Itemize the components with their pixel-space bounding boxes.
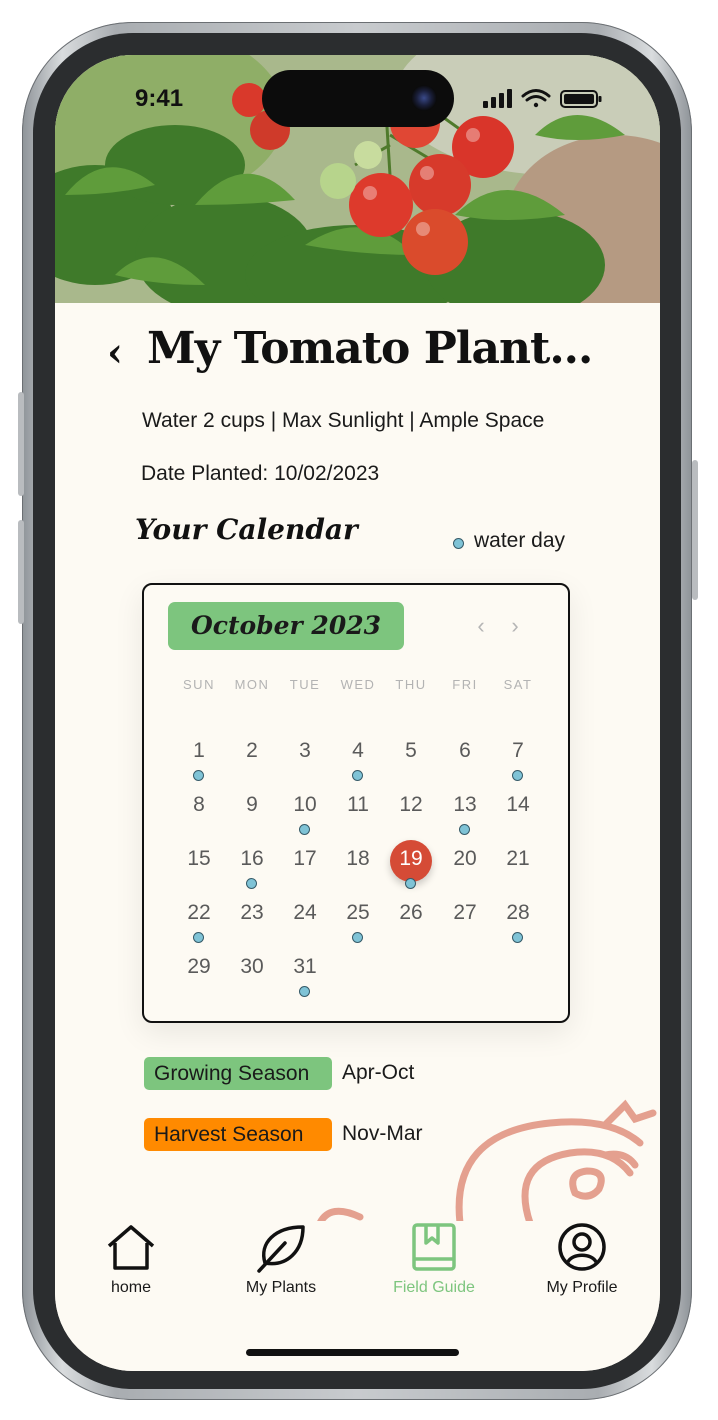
calendar-day-selected[interactable]: 19: [384, 847, 438, 871]
calendar-day[interactable]: 15: [172, 847, 226, 871]
calendar-day[interactable]: 4: [331, 739, 385, 763]
water-day-marker-icon: [512, 770, 523, 781]
water-day-legend-label: water day: [474, 529, 566, 552]
weekday-header: SUN: [183, 677, 215, 692]
weekday-header: TUE: [289, 677, 321, 692]
battery-icon: [560, 90, 602, 108]
page-title: My Tomato Plant...: [147, 323, 593, 374]
water-day-legend-icon: [453, 538, 464, 549]
tab-my-profile-label: My Profile: [546, 1279, 618, 1296]
calendar-day[interactable]: 9: [225, 793, 279, 817]
tab-home-label: home: [110, 1279, 152, 1296]
calendar-day[interactable]: 5: [384, 739, 438, 763]
calendar-day[interactable]: 3: [278, 739, 332, 763]
book-icon: [412, 1223, 456, 1271]
weekday-header: FRI: [452, 677, 478, 692]
volume-up-button: [18, 392, 24, 496]
calendar-day[interactable]: 10: [278, 793, 332, 817]
calendar-day[interactable]: 16: [225, 847, 279, 871]
water-day-marker-icon: [352, 932, 363, 943]
water-day-marker-icon: [405, 878, 416, 889]
calendar-day[interactable]: 20: [438, 847, 492, 871]
calendar-day[interactable]: 8: [172, 793, 226, 817]
volume-down-button: [18, 520, 24, 624]
water-day-marker-icon: [299, 986, 310, 997]
leaf-icon: [257, 1225, 305, 1273]
calendar-day[interactable]: 30: [225, 955, 279, 979]
calendar-day[interactable]: 14: [491, 793, 545, 817]
water-day-marker-icon: [299, 824, 310, 835]
calendar-day[interactable]: 12: [384, 793, 438, 817]
tab-my-profile[interactable]: My Profile: [522, 1221, 642, 1297]
cellular-signal-icon: [483, 89, 512, 108]
calendar-day[interactable]: 6: [438, 739, 492, 763]
tab-home[interactable]: home: [71, 1221, 191, 1297]
camera-icon: [411, 85, 437, 111]
harvest-season-badge: Harvest Season: [144, 1118, 332, 1151]
previous-month-button[interactable]: ‹: [472, 615, 490, 637]
house-icon: [107, 1225, 155, 1270]
calendar-day[interactable]: 24: [278, 901, 332, 925]
calendar-day[interactable]: 13: [438, 793, 492, 817]
status-icons: [483, 87, 603, 116]
calendar-heading: Your Calendar: [135, 513, 358, 546]
tab-my-plants-label: My Plants: [245, 1279, 317, 1296]
back-button[interactable]: ‹: [107, 333, 137, 373]
calendar-day[interactable]: 25: [331, 901, 385, 925]
calendar-day[interactable]: 2: [225, 739, 279, 763]
tab-field-guide[interactable]: Field Guide: [374, 1221, 494, 1297]
weekday-header: THU: [395, 677, 427, 692]
weekday-header: WED: [340, 677, 376, 692]
next-month-button[interactable]: ›: [506, 615, 524, 637]
calendar-day[interactable]: 22: [172, 901, 226, 925]
calendar-day[interactable]: 17: [278, 847, 332, 871]
water-day-marker-icon: [512, 932, 523, 943]
chevron-left-icon: ‹: [107, 329, 123, 376]
water-day-marker-icon: [193, 932, 204, 943]
care-summary: Water 2 cups | Max Sunlight | Ample Spac…: [142, 409, 545, 432]
calendar-day[interactable]: 7: [491, 739, 545, 763]
home-indicator: [246, 1349, 459, 1356]
weekday-header: SAT: [503, 677, 533, 692]
growing-season-badge: Growing Season: [144, 1057, 332, 1090]
calendar-day[interactable]: 23: [225, 901, 279, 925]
weekday-header: MON: [234, 677, 270, 692]
power-button: [692, 460, 698, 600]
water-day-marker-icon: [352, 770, 363, 781]
tomato-illustration: [316, 1099, 657, 1225]
water-day-marker-icon: [193, 770, 204, 781]
tab-field-guide-label: Field Guide: [393, 1279, 475, 1296]
calendar-day[interactable]: 27: [438, 901, 492, 925]
growing-season-range: Apr-Oct: [342, 1061, 415, 1084]
user-circle-icon: [558, 1223, 606, 1271]
calendar-widget: October 2023 ‹ › SUN MON TUE WED THU FRI SAT 1 2…: [142, 583, 570, 1023]
calendar-day[interactable]: 11: [331, 793, 385, 817]
calendar-day[interactable]: 1: [172, 739, 226, 763]
status-time: 9:41: [135, 85, 184, 112]
water-day-marker-icon: [246, 878, 257, 889]
date-planted: Date Planted: 10/02/2023: [141, 462, 380, 485]
water-day-marker-icon: [459, 824, 470, 835]
calendar-day[interactable]: 28: [491, 901, 545, 925]
calendar-day[interactable]: 18: [331, 847, 385, 871]
app-screen: 9:41 ‹ My Tomato Plant... Water 2 cups |…: [55, 55, 660, 1371]
calendar-day[interactable]: 31: [278, 955, 332, 979]
wifi-icon: [521, 89, 551, 108]
calendar-day[interactable]: 26: [384, 901, 438, 925]
tab-my-plants[interactable]: My Plants: [221, 1221, 341, 1297]
calendar-day[interactable]: 21: [491, 847, 545, 871]
calendar-day[interactable]: 29: [172, 955, 226, 979]
month-label: October 2023: [168, 602, 404, 650]
